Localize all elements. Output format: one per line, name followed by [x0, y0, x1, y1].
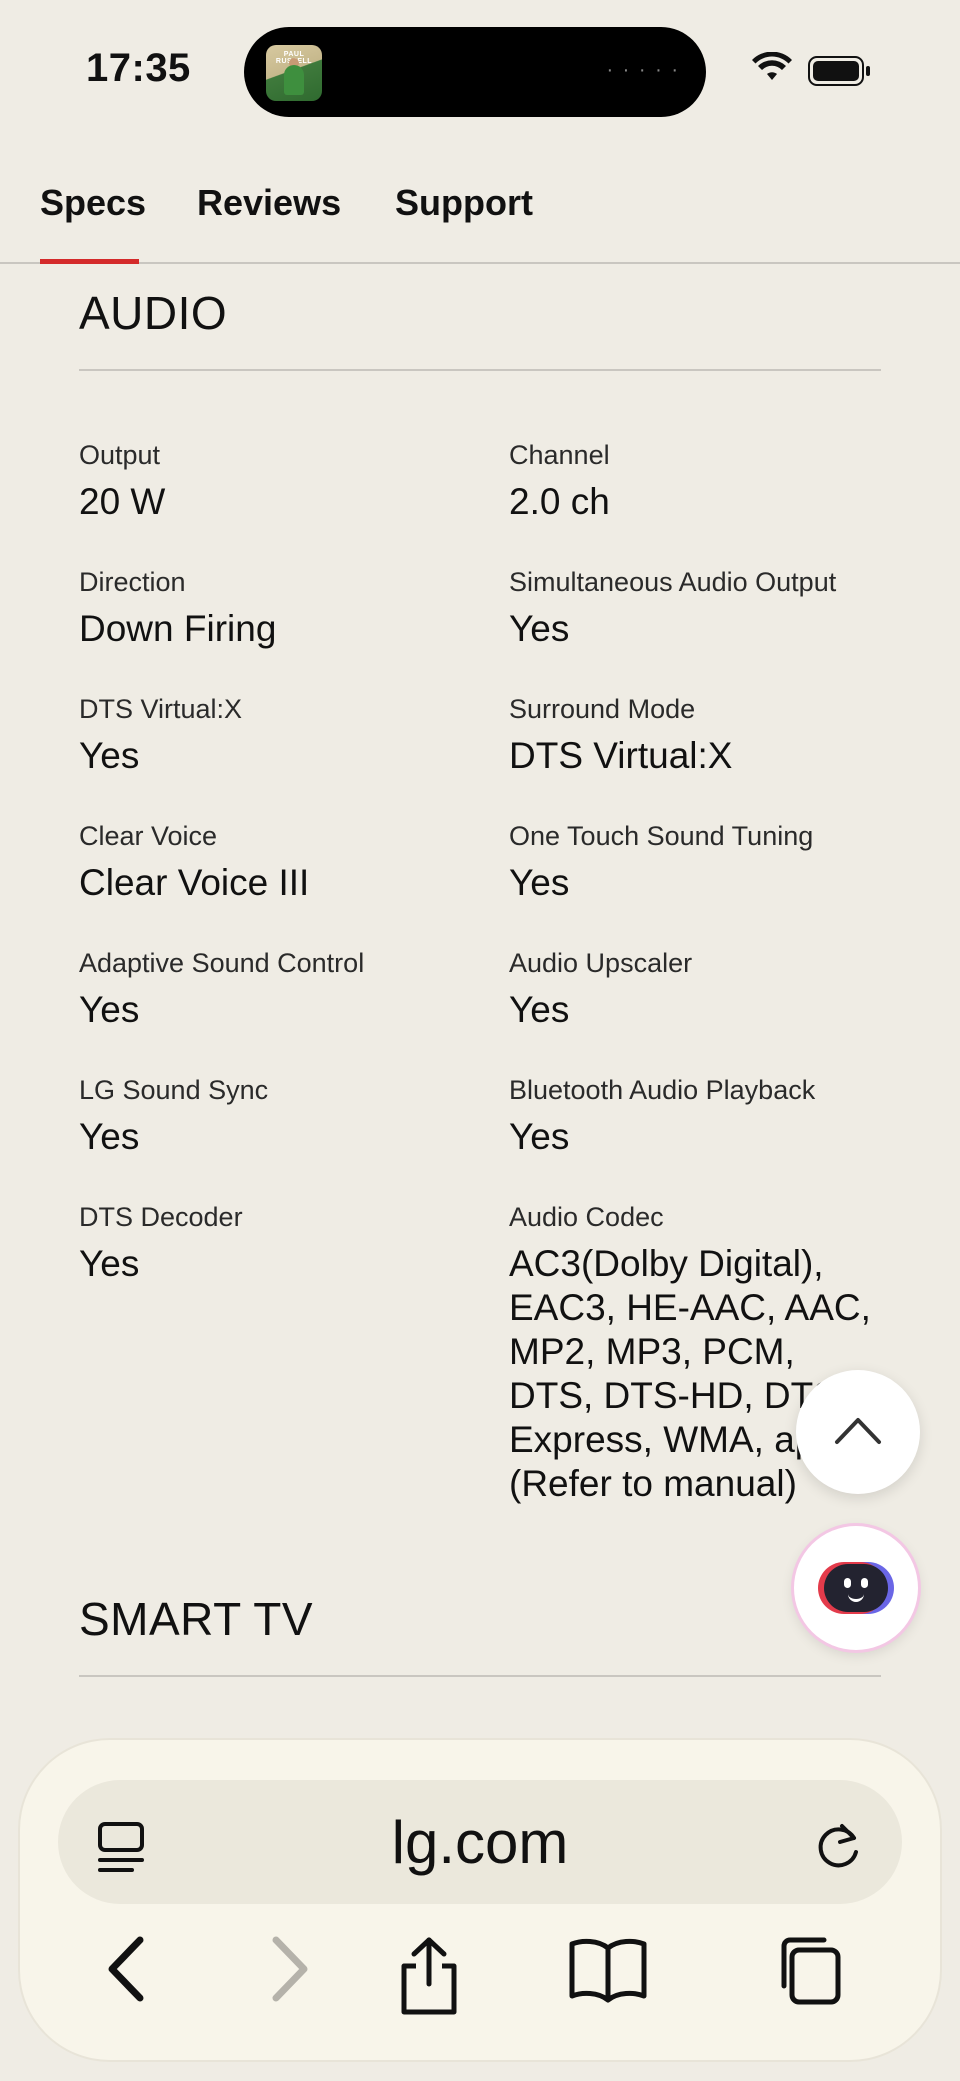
audio-waveform-icon: · · · · · — [606, 59, 680, 81]
chatbot-robot-icon — [824, 1564, 888, 1612]
chevron-up-icon — [835, 1418, 881, 1444]
tab-specs[interactable]: Specs — [40, 182, 146, 224]
spec-dts-decoder: DTS Decoder Yes — [79, 1200, 459, 1286]
spec-label: Clear Voice — [79, 821, 218, 851]
spec-label: One Touch Sound Tuning — [509, 821, 814, 851]
reload-icon[interactable] — [810, 1818, 866, 1874]
forward-icon[interactable] — [256, 1934, 316, 2004]
spec-value: Yes — [79, 989, 140, 1030]
spec-label: Channel — [509, 440, 610, 470]
share-icon[interactable] — [394, 1934, 464, 2018]
spec-lg-sound-sync: LG Sound Sync Yes — [79, 1073, 459, 1159]
spec-value: Yes — [509, 862, 570, 903]
spec-label: Surround Mode — [509, 694, 696, 724]
spec-channel: Channel 2.0 ch — [509, 438, 881, 524]
browser-toolbar: lg.com — [20, 1740, 940, 2060]
tab-support[interactable]: Support — [395, 182, 533, 224]
scroll-to-top-button[interactable] — [796, 1370, 920, 1494]
section-divider — [79, 1675, 881, 1677]
spec-label: DTS Virtual:X — [79, 694, 243, 724]
spec-bluetooth-audio-playback: Bluetooth Audio Playback Yes — [509, 1073, 881, 1159]
spec-output: Output 20 W — [79, 438, 459, 524]
status-bar: 17:35 PAUL RUSSELL · · · · · — [0, 0, 960, 140]
back-icon[interactable] — [100, 1934, 160, 2004]
spec-direction: Direction Down Firing — [79, 565, 459, 651]
spec-value: DTS Virtual:X — [509, 735, 733, 776]
tabs-icon[interactable] — [770, 1934, 844, 2008]
spec-value: Yes — [509, 1116, 570, 1157]
dynamic-island[interactable]: PAUL RUSSELL · · · · · — [244, 27, 706, 117]
tab-reviews[interactable]: Reviews — [197, 182, 341, 224]
spec-value: Yes — [79, 1243, 140, 1284]
section-title-smart-tv: SMART TV — [79, 1593, 314, 1645]
address-bar[interactable]: lg.com — [58, 1780, 902, 1904]
spec-label: Direction — [79, 567, 186, 597]
spec-label: Adaptive Sound Control — [79, 948, 365, 978]
chatbot-button[interactable] — [794, 1526, 918, 1650]
spec-label: Output — [79, 440, 161, 470]
spec-value: Yes — [79, 735, 140, 776]
section-divider — [79, 369, 881, 371]
spec-value: Yes — [509, 989, 570, 1030]
spec-simultaneous-audio-output: Simultaneous Audio Output Yes — [509, 565, 881, 651]
spec-adaptive-sound-control: Adaptive Sound Control Yes — [79, 946, 459, 1032]
spec-value: 2.0 ch — [509, 481, 610, 522]
album-art-figure — [284, 65, 304, 95]
spec-clear-voice: Clear Voice Clear Voice III — [79, 819, 459, 905]
section-title-audio: AUDIO — [79, 287, 228, 339]
spec-label: Audio Codec — [509, 1202, 664, 1232]
spec-audio-upscaler: Audio Upscaler Yes — [509, 946, 881, 1032]
spec-label: Bluetooth Audio Playback — [509, 1075, 816, 1105]
spec-label: Simultaneous Audio Output — [509, 567, 837, 597]
spec-label: Audio Upscaler — [509, 948, 693, 978]
spec-value: Down Firing — [79, 608, 277, 649]
spec-value: Clear Voice III — [79, 862, 310, 903]
album-art: PAUL RUSSELL — [266, 45, 322, 101]
url-text: lg.com — [391, 1809, 569, 1876]
bookmarks-icon[interactable] — [568, 1934, 648, 2004]
spec-value: Yes — [509, 608, 570, 649]
product-tabs: Specs Reviews Support — [0, 160, 960, 264]
spec-dts-virtual-x: DTS Virtual:X Yes — [79, 692, 459, 778]
battery-icon — [808, 56, 870, 86]
spec-value: Yes — [79, 1116, 140, 1157]
wifi-icon — [752, 52, 792, 80]
spec-one-touch-sound-tuning: One Touch Sound Tuning Yes — [509, 819, 881, 905]
status-time: 17:35 — [86, 46, 191, 90]
spec-value: 20 W — [79, 481, 166, 522]
spec-label: DTS Decoder — [79, 1202, 243, 1232]
active-tab-indicator — [40, 259, 139, 264]
spec-label: LG Sound Sync — [79, 1075, 269, 1105]
spec-surround-mode: Surround Mode DTS Virtual:X — [509, 692, 881, 778]
